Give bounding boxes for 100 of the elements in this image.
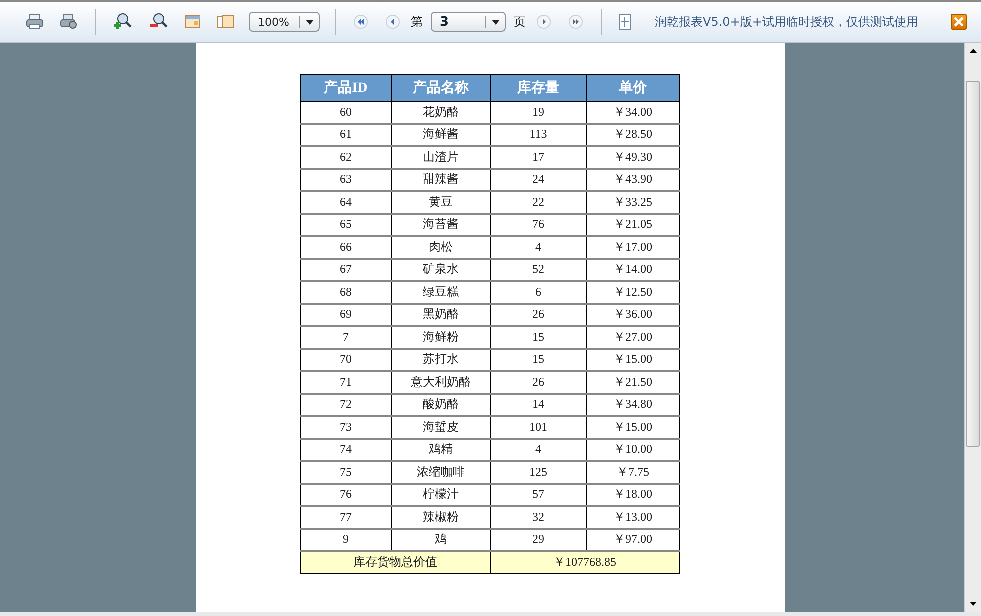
- total-label: 库存货物总价值: [300, 551, 490, 574]
- table-cell: 52: [490, 258, 586, 281]
- table-cell: 71: [300, 371, 392, 394]
- window-button[interactable]: [185, 15, 201, 29]
- window-icon: [185, 15, 201, 29]
- dropdown-arrow-icon: [306, 20, 314, 24]
- column-header: 库存量: [490, 74, 586, 102]
- table-cell: 73: [300, 416, 392, 438]
- table-cell: 15: [490, 348, 586, 371]
- first-page-button[interactable]: [354, 15, 368, 29]
- print-button[interactable]: [26, 14, 44, 30]
- table-cell: 76: [300, 484, 392, 506]
- table-cell: 66: [300, 236, 392, 258]
- table-cell: ￥12.50: [586, 281, 680, 304]
- print-setup-button[interactable]: [60, 14, 78, 30]
- scroll-up-icon: [970, 49, 976, 53]
- table-cell: 绿豆糕: [392, 281, 490, 304]
- vertical-scrollbar[interactable]: [964, 43, 981, 612]
- table-cell: 19: [490, 102, 586, 124]
- table-cell: 海蜇皮: [392, 416, 490, 438]
- table-cell: 7: [300, 326, 392, 348]
- table-cell: 海苔酱: [392, 214, 490, 236]
- table-cell: 77: [300, 506, 392, 528]
- table-cell: 4: [490, 236, 586, 258]
- table-cell: ￥43.90: [586, 168, 680, 191]
- table-cell: ￥34.80: [586, 394, 680, 416]
- table-cell: ￥34.00: [586, 102, 680, 124]
- total-value: ￥107768.85: [490, 551, 680, 574]
- page-select[interactable]: 3: [431, 12, 506, 32]
- printer-gear-icon: [60, 14, 78, 30]
- table-cell: ￥21.50: [586, 371, 680, 394]
- table-cell: 矿泉水: [392, 258, 490, 281]
- table-cell: 72: [300, 394, 392, 416]
- pages-button[interactable]: [217, 15, 235, 29]
- table-cell: 67: [300, 258, 392, 281]
- table-cell: 4: [490, 438, 586, 461]
- table-cell: 74: [300, 438, 392, 461]
- table-cell: 22: [490, 191, 586, 214]
- table-cell: 57: [490, 484, 586, 506]
- pages-icon: [217, 15, 235, 29]
- table-cell: 69: [300, 304, 392, 326]
- table-cell: ￥21.05: [586, 214, 680, 236]
- table-cell: 苏打水: [392, 348, 490, 371]
- table-cell: 61: [300, 124, 392, 146]
- table-cell: 26: [490, 371, 586, 394]
- zoom-in-button[interactable]: [113, 13, 133, 31]
- page-label: 页: [514, 14, 526, 30]
- table-cell: ￥27.00: [586, 326, 680, 348]
- close-icon: [954, 17, 964, 27]
- table-cell: ￥49.30: [586, 146, 680, 168]
- table-cell: ￥28.50: [586, 124, 680, 146]
- table-cell: 柠檬汁: [392, 484, 490, 506]
- page-label: 第: [411, 14, 423, 30]
- table-cell: 浓缩咖啡: [392, 461, 490, 484]
- table-cell: 125: [490, 461, 586, 484]
- table-cell: ￥36.00: [586, 304, 680, 326]
- next-page-button[interactable]: [537, 15, 551, 29]
- table-cell: ￥7.75: [586, 461, 680, 484]
- table-cell: 山渣片: [392, 146, 490, 168]
- table-cell: 海鲜酱: [392, 124, 490, 146]
- printer-icon: [26, 14, 44, 30]
- table-cell: 64: [300, 191, 392, 214]
- column-header: 单价: [586, 74, 680, 102]
- table-cell: 76: [490, 214, 586, 236]
- table-cell: 65: [300, 214, 392, 236]
- previous-page-button[interactable]: [386, 15, 400, 29]
- table-cell: 60: [300, 102, 392, 124]
- dropdown-arrow-icon: [492, 20, 500, 24]
- table-cell: 黑奶酪: [392, 304, 490, 326]
- column-header: 产品ID: [300, 74, 392, 102]
- scroll-down-icon: [970, 602, 976, 606]
- table-cell: ￥13.00: [586, 506, 680, 528]
- table-cell: ￥10.00: [586, 438, 680, 461]
- close-button[interactable]: [951, 14, 967, 30]
- table-cell: ￥14.00: [586, 258, 680, 281]
- table-cell: 17: [490, 146, 586, 168]
- document-icon: [619, 14, 631, 30]
- scrollbar-thumb[interactable]: [966, 81, 980, 447]
- column-header: 产品名称: [392, 74, 490, 102]
- table-cell: 鸡精: [392, 438, 490, 461]
- table-cell: 肉松: [392, 236, 490, 258]
- table-cell: 辣椒粉: [392, 506, 490, 528]
- table-cell: 63: [300, 168, 392, 191]
- table-cell: 14: [490, 394, 586, 416]
- zoom-select[interactable]: 100%: [249, 12, 320, 32]
- table-cell: 101: [490, 416, 586, 438]
- license-notice: 润乾报表V5.0+版+试用临时授权，仅供测试使用: [655, 14, 920, 30]
- table-cell: 68: [300, 281, 392, 304]
- table-cell: 意大利奶酪: [392, 371, 490, 394]
- table-cell: ￥17.00: [586, 236, 680, 258]
- table-cell: 26: [490, 304, 586, 326]
- table-cell: 113: [490, 124, 586, 146]
- document-button[interactable]: [619, 14, 631, 30]
- table-cell: 75: [300, 461, 392, 484]
- table-cell: ￥15.00: [586, 416, 680, 438]
- table-cell: 黄豆: [392, 191, 490, 214]
- table-cell: 6: [490, 281, 586, 304]
- last-page-button[interactable]: [569, 15, 583, 29]
- zoom-in-icon: [113, 13, 133, 31]
- table-cell: 海鲜粉: [392, 326, 490, 348]
